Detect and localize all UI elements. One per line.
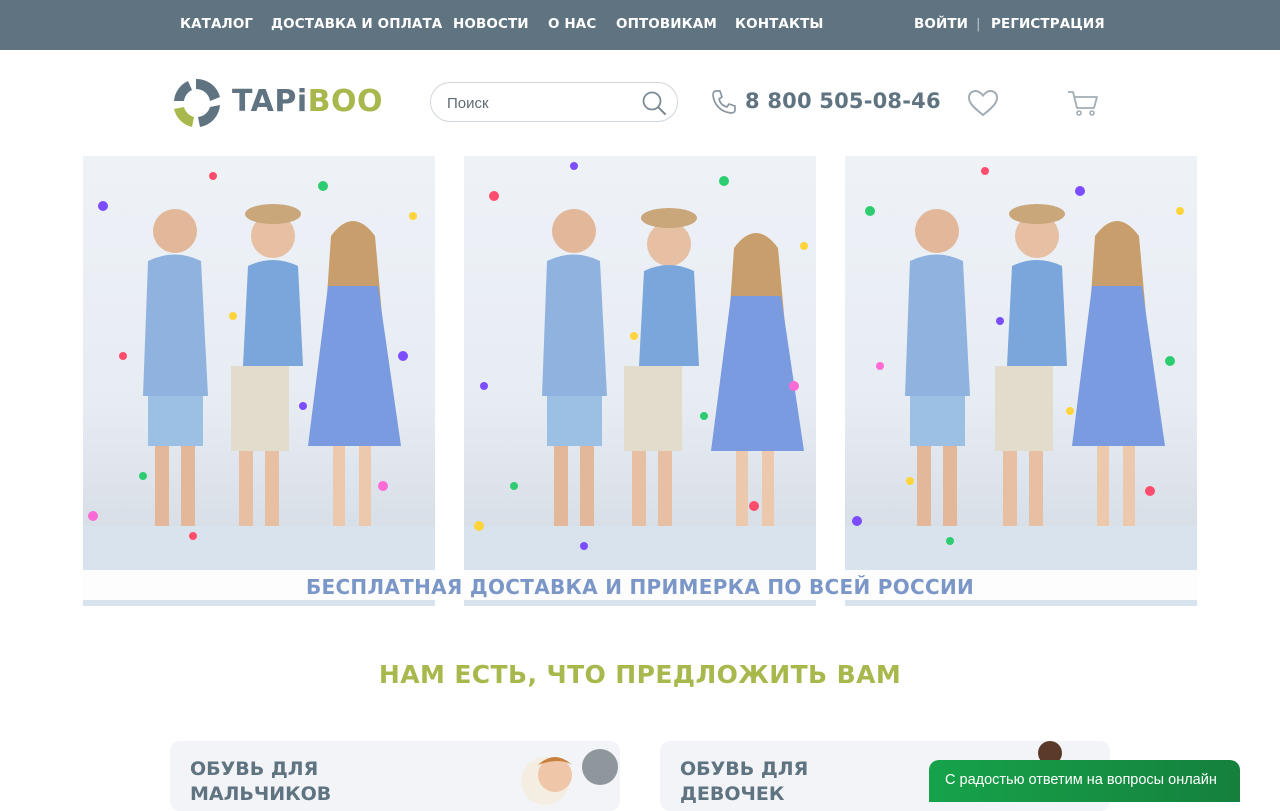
logo-text-part1: TAPi	[232, 84, 308, 119]
nav-contacts[interactable]: КОНТАКТЫ	[735, 16, 824, 32]
search-box	[430, 82, 678, 122]
top-bar: КАТАЛОГ ДОСТАВКА И ОПЛАТА НОВОСТИ О НАС …	[0, 0, 1280, 50]
banner-caption: БЕСПЛАТНАЯ ДОСТАВКА И ПРИМЕРКА ПО ВСЕЙ Р…	[305, 575, 975, 599]
phone-icon	[712, 90, 736, 114]
logo-mark-icon	[174, 78, 220, 127]
auth-separator: |	[976, 16, 981, 32]
cart-icon[interactable]	[1066, 88, 1100, 118]
section-title: НАМ ЕСТЬ, ЧТО ПРЕДЛОЖИТЬ ВАМ	[378, 660, 902, 689]
heart-icon[interactable]	[966, 88, 1000, 118]
online-chat-button[interactable]: С радостью ответим на вопросы онлайн	[929, 760, 1240, 802]
logo-text-part2: BOO	[307, 84, 383, 119]
category-card-boys[interactable]: ОБУВЬ ДЛЯ МАЛЬЧИКОВ	[170, 741, 620, 811]
search-icon[interactable]	[641, 90, 667, 116]
register-link[interactable]: РЕГИСТРАЦИЯ	[991, 16, 1105, 32]
chat-label: С радостью ответим на вопросы онлайн	[945, 772, 1217, 788]
nav-delivery-payment[interactable]: ДОСТАВКА И ОПЛАТА	[271, 16, 442, 32]
category-image-boys	[521, 749, 618, 805]
nav-about[interactable]: О НАС	[548, 16, 596, 32]
banner-photo-1	[83, 156, 435, 606]
nav-wholesale[interactable]: ОПТОВИКАМ	[616, 16, 717, 32]
nav-catalog[interactable]: КАТАЛОГ	[180, 16, 253, 32]
search-input[interactable]	[445, 92, 639, 114]
login-link[interactable]: ВОЙТИ	[914, 16, 968, 32]
nav-news[interactable]: НОВОСТИ	[453, 16, 529, 32]
banner-photo-3	[845, 156, 1197, 606]
logo-wordmark: TAPiBOO	[232, 84, 383, 119]
banner-photo-2	[464, 156, 816, 606]
phone-number[interactable]: 8 800 505-08-46	[745, 89, 941, 113]
site-logo[interactable]: TAPiBOO	[170, 75, 400, 130]
promo-banner[interactable]: БЕСПЛАТНАЯ ДОСТАВКА И ПРИМЕРКА ПО ВСЕЙ Р…	[83, 156, 1197, 606]
